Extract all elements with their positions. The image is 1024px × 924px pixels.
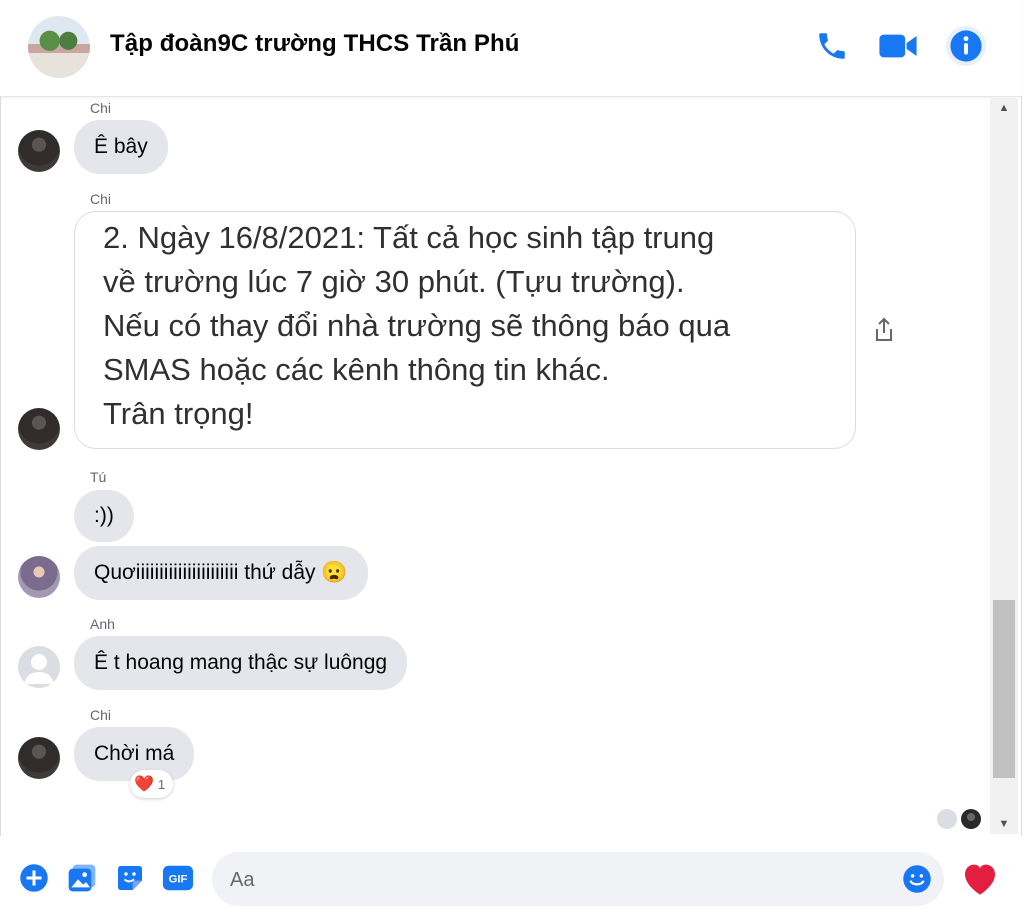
- message-input-wrapper: [212, 852, 944, 908]
- image-message[interactable]: 2. Ngày 16/8/2021: Tất cả học sinh tập t…: [74, 211, 856, 449]
- plus-icon[interactable]: [18, 862, 50, 894]
- sender-name: Chi: [90, 100, 112, 116]
- scroll-thumb[interactable]: [993, 600, 1015, 778]
- message-scrollbar[interactable]: ▲ ▼: [990, 98, 1018, 834]
- avatar[interactable]: [18, 408, 60, 450]
- phone-icon[interactable]: [812, 26, 852, 66]
- message-bubble[interactable]: Ê bây: [74, 120, 168, 174]
- avatar[interactable]: [18, 130, 60, 172]
- message-bubble[interactable]: Ê t hoang mang thậc sự luôngg: [74, 636, 408, 690]
- image-text-line: 2. Ngày 16/8/2021: Tất cả học sinh tập t…: [103, 220, 715, 255]
- message-bubble[interactable]: :)): [74, 490, 134, 542]
- reaction-badge[interactable]: ❤️ 1: [130, 770, 174, 798]
- seen-avatar: [961, 809, 981, 829]
- chat-header: Tập đoàn9C trường THCS Trần Phú: [0, 0, 1022, 97]
- group-avatar[interactable]: [28, 16, 90, 78]
- conversation-title[interactable]: Tập đoàn9C trường THCS Trần Phú: [110, 30, 520, 58]
- image-text-line: SMAS hoặc các kênh thông tin khác.: [103, 352, 610, 387]
- seen-avatar: [937, 809, 957, 829]
- message-bubble[interactable]: Quơiiiiiiiiiiiiiiiiiiiiii thứ dẫy 😦: [74, 546, 368, 600]
- gif-icon[interactable]: GIF: [162, 862, 194, 894]
- reaction-count: 1: [157, 776, 166, 792]
- svg-text:GIF: GIF: [169, 874, 188, 886]
- scroll-up-arrow-icon[interactable]: ▲: [990, 98, 1018, 118]
- sender-name: Tú: [90, 469, 107, 485]
- heart-reaction-icon: ❤️: [134, 776, 154, 793]
- emoji-icon[interactable]: [902, 864, 932, 894]
- sender-name: Chi: [90, 707, 112, 723]
- avatar[interactable]: [18, 737, 60, 779]
- sender-name: Anh: [90, 616, 115, 632]
- photo-icon[interactable]: [66, 862, 98, 894]
- video-icon[interactable]: [878, 26, 918, 66]
- scroll-down-arrow-icon[interactable]: ▼: [990, 814, 1018, 834]
- avatar[interactable]: [18, 556, 60, 598]
- sticker-icon[interactable]: [114, 862, 146, 894]
- message-input[interactable]: [228, 852, 892, 908]
- heart-icon[interactable]: [960, 858, 1000, 898]
- avatar[interactable]: [18, 646, 60, 688]
- info-icon[interactable]: [946, 26, 986, 66]
- share-icon[interactable]: [872, 316, 896, 349]
- image-text-line: Trân trọng!: [103, 396, 254, 431]
- image-text-line: về trường lúc 7 giờ 30 phút. (Tựu trường…: [103, 264, 685, 299]
- sender-name: Chi: [90, 191, 112, 207]
- image-text-line: Nếu có thay đổi nhà trường sẽ thông báo …: [103, 308, 731, 343]
